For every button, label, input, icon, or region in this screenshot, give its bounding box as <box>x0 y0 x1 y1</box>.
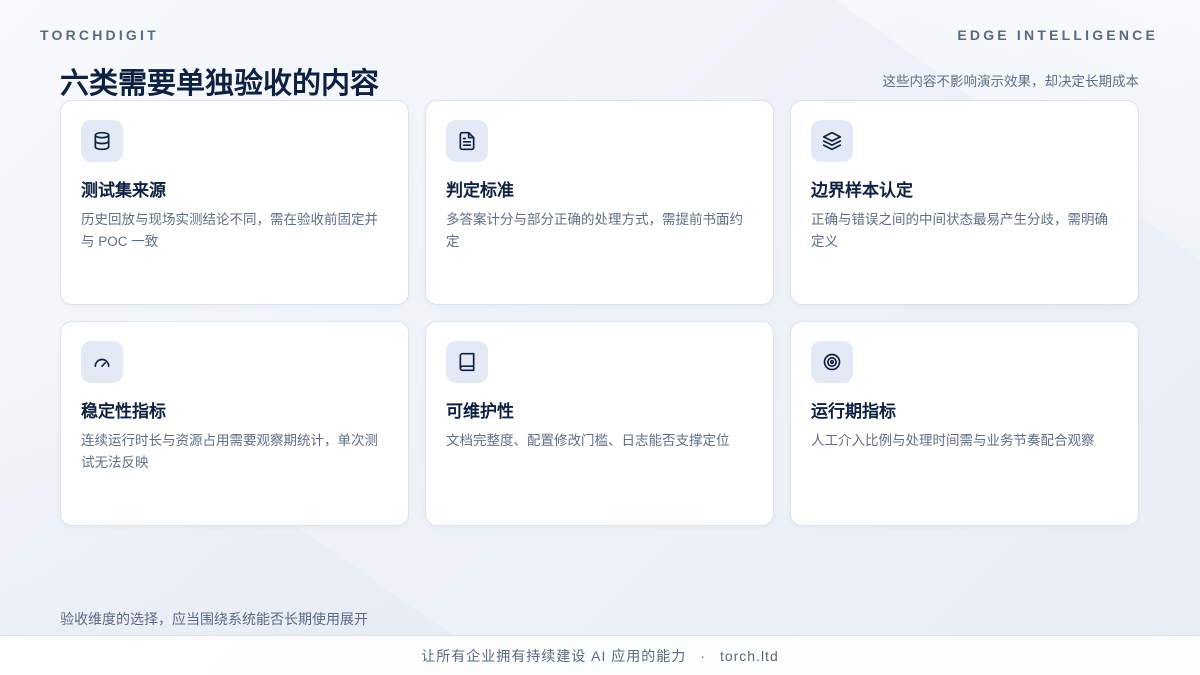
card-title: 边界样本认定 <box>811 181 913 200</box>
brand-logo-text: TORCHDIGIT <box>40 27 159 43</box>
card-description: 文档完整度、配置修改门槛、日志能否支撑定位 <box>446 433 730 448</box>
card-maintainability: 可维护性 文档完整度、配置修改门槛、日志能否支撑定位 <box>425 321 774 526</box>
card-stability-metrics: 稳定性指标 连续运行时长与资源占用需要观察期统计，单次测试无法反映 <box>60 321 409 526</box>
card-grid: 测试集来源 历史回放与现场实测结论不同，需在验收前固定并与 POC 一致 判定标… <box>60 100 1140 526</box>
card-description: 正确与错误之间的中间状态最易产生分歧，需明确定义 <box>811 212 1108 249</box>
document-icon <box>446 120 488 162</box>
book-icon <box>446 341 488 383</box>
card-boundary-samples: 边界样本认定 正确与错误之间的中间状态最易产生分歧，需明确定义 <box>790 100 1139 305</box>
site-link: torch.ltd <box>719 647 779 664</box>
footer-note: 验收维度的选择，应当围绕系统能否长期使用展开 <box>60 611 368 627</box>
card-title: 可维护性 <box>446 402 514 421</box>
card-test-set-source: 测试集来源 历史回放与现场实测结论不同，需在验收前固定并与 POC 一致 <box>60 100 409 305</box>
card-title: 判定标准 <box>446 181 514 200</box>
card-runtime-metrics: 运行期指标 人工介入比例与处理时间需与业务节奏配合观察 <box>790 321 1139 526</box>
database-icon <box>81 120 123 162</box>
layers-icon <box>811 120 853 162</box>
page-subtitle: 这些内容不影响演示效果，却决定长期成本 <box>882 74 1140 89</box>
target-icon <box>811 341 853 383</box>
card-description: 历史回放与现场实测结论不同，需在验收前固定并与 POC 一致 <box>81 212 378 249</box>
card-title: 运行期指标 <box>811 402 896 421</box>
card-description: 人工介入比例与处理时间需与业务节奏配合观察 <box>811 433 1095 448</box>
card-title: 稳定性指标 <box>81 402 166 421</box>
card-title: 测试集来源 <box>81 181 166 200</box>
slogan-text: 让所有企业拥有持续建设 AI 应用的能力 <box>421 647 687 664</box>
separator-dot: · <box>700 647 706 664</box>
bottom-bar: 让所有企业拥有持续建设 AI 应用的能力 · torch.ltd <box>0 635 1200 675</box>
gauge-icon <box>81 341 123 383</box>
card-judgment-criteria: 判定标准 多答案计分与部分正确的处理方式，需提前书面约定 <box>425 100 774 305</box>
card-description: 连续运行时长与资源占用需要观察期统计，单次测试无法反映 <box>81 433 378 470</box>
brand-tagline: EDGE INTELLIGENCE <box>957 27 1158 43</box>
card-description: 多答案计分与部分正确的处理方式，需提前书面约定 <box>446 212 743 249</box>
page-title: 六类需要单独验收的内容 <box>60 68 380 100</box>
